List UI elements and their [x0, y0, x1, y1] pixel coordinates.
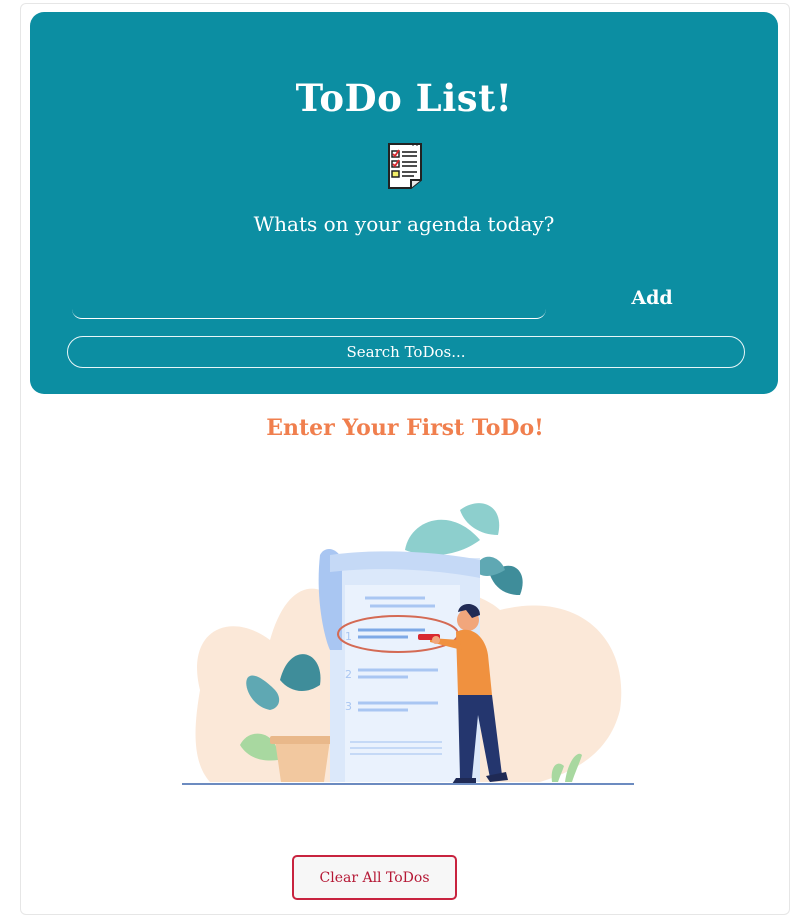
search-input[interactable] [67, 336, 745, 368]
add-button[interactable]: Add [600, 282, 704, 314]
page-subtitle: Whats on your agenda today? [253, 212, 555, 236]
clear-all-button[interactable]: Clear All ToDos [292, 855, 457, 900]
empty-state-message: Enter Your First ToDo! [266, 415, 544, 441]
svg-text:2: 2 [345, 668, 352, 681]
header-panel: ToDo List! Whats on your agenda today? A… [30, 12, 778, 394]
svg-text:1: 1 [345, 630, 352, 643]
person-checking-todo-list-illustration: 1 2 3 [182, 503, 634, 785]
page-title: ToDo List! [295, 76, 513, 120]
svg-text:3: 3 [345, 700, 352, 713]
todo-input[interactable] [72, 288, 546, 319]
notepad-checklist-icon [388, 143, 422, 189]
